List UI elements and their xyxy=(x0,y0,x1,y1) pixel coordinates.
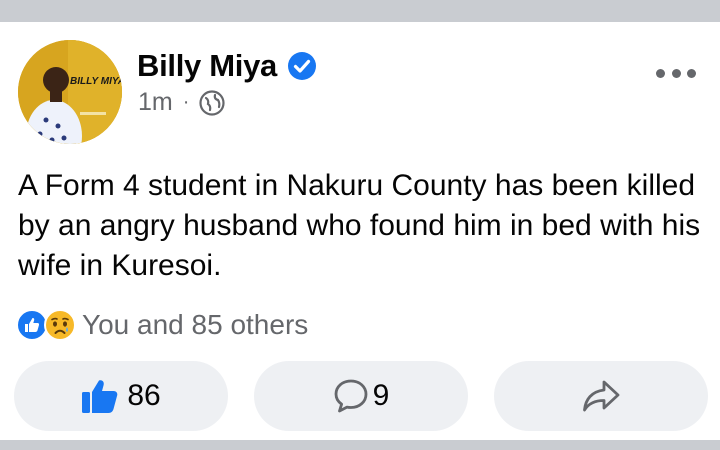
avatar-image: BILLY MIYA xyxy=(18,40,122,144)
like-button[interactable]: 86 xyxy=(14,361,228,431)
share-button[interactable] xyxy=(494,361,708,431)
more-options-icon[interactable] xyxy=(656,68,696,78)
feed-separator-top xyxy=(0,0,720,22)
author-header: Billy Miya xyxy=(137,48,317,84)
post-timestamp[interactable]: 1m xyxy=(138,88,173,117)
author-name[interactable]: Billy Miya xyxy=(137,48,277,84)
share-arrow-icon xyxy=(583,380,620,412)
post-body-text: A Form 4 student in Nakuru County has be… xyxy=(18,169,701,282)
reaction-summary-text: You and 85 others xyxy=(82,309,309,340)
comment-count: 9 xyxy=(372,379,390,412)
comment-bubble-icon xyxy=(334,379,368,413)
thumbs-up-icon xyxy=(82,380,118,413)
avatar-logo-text: BILLY MIYA xyxy=(70,76,122,87)
post-card: BILLY MIYA Billy Miya 1m · A Form 4 stud… xyxy=(0,22,720,440)
post-meta: 1m · xyxy=(138,88,226,117)
globe-icon xyxy=(199,89,226,116)
feed-separator-bottom xyxy=(0,440,720,450)
comment-button[interactable]: 9 xyxy=(254,361,468,431)
page: BILLY MIYA Billy Miya 1m · A Form 4 stud… xyxy=(0,0,720,450)
sad-reaction-icon xyxy=(44,309,76,341)
reactions-summary[interactable]: You and 85 others xyxy=(16,309,308,341)
meta-separator: · xyxy=(182,91,190,113)
verified-badge-icon xyxy=(287,51,317,81)
post-actions: 86 9 xyxy=(14,361,708,431)
like-count: 86 xyxy=(127,379,161,412)
author-avatar[interactable]: BILLY MIYA xyxy=(18,40,122,144)
